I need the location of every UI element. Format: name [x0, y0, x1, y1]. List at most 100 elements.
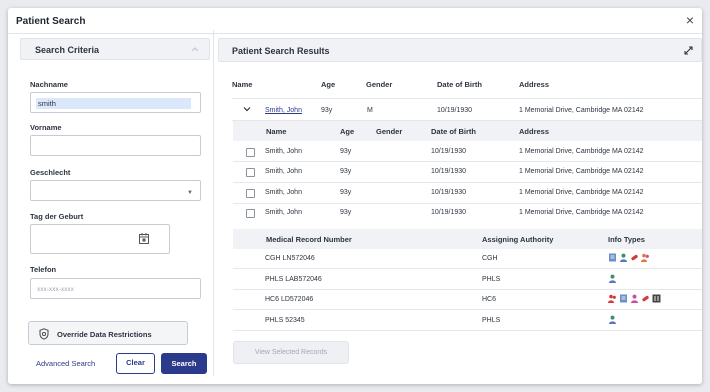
sub-dob: 10/19/1930 [431, 209, 467, 216]
telefon-field[interactable]: xxx-xxx-xxxx [30, 278, 201, 299]
row-checkbox[interactable] [246, 148, 255, 157]
search-criteria-header: Search Criteria [20, 38, 210, 60]
row-divider [233, 330, 702, 331]
sub-name: Smith, John [265, 168, 302, 175]
sub-col-dob[interactable]: Date of Birth [431, 127, 476, 136]
chevron-down-icon[interactable] [243, 106, 251, 112]
col-age[interactable]: Age [321, 80, 335, 89]
tag-der-geburt-field[interactable] [30, 224, 170, 254]
group-icon[interactable] [641, 253, 650, 262]
group-gender: M [367, 107, 373, 114]
sub-address: 1 Memorial Drive, Cambridge MA 02142 [519, 189, 644, 196]
search-criteria-title: Search Criteria [35, 45, 100, 55]
row-divider [233, 268, 702, 269]
sub-age: 93y [340, 189, 352, 196]
advanced-search-link[interactable]: Advanced Search [36, 359, 95, 368]
tag-der-geburt-label: Tag der Geburt [30, 212, 84, 221]
person-icon[interactable] [630, 294, 639, 303]
chevron-down-icon: ▼ [187, 190, 193, 196]
dialog-title: Patient Search [16, 16, 86, 27]
mrn-authority: PHLS [482, 276, 501, 283]
sub-age: 93y [340, 168, 352, 175]
telefon-placeholder: xxx-xxx-xxxx [37, 286, 74, 293]
pill-icon[interactable] [641, 294, 650, 303]
geschlecht-select[interactable]: ▼ [30, 180, 201, 201]
mrn-number: CGH LN572046 [265, 255, 315, 262]
sub-age: 93y [340, 148, 352, 155]
close-icon[interactable]: × [686, 12, 694, 28]
group-address: 1 Memorial Drive, Cambridge MA 02142 [519, 107, 644, 114]
person-icon[interactable] [608, 274, 617, 283]
geschlecht-label: Geschlecht [30, 168, 71, 177]
clear-button[interactable]: Clear [116, 353, 155, 374]
override-label: Override Data Restrictions [57, 330, 152, 339]
mrn-number: PHLS LAB572046 [265, 276, 322, 283]
row-divider [233, 309, 702, 310]
sub-address: 1 Memorial Drive, Cambridge MA 02142 [519, 168, 644, 175]
document-icon[interactable] [619, 294, 628, 303]
sub-col-name[interactable]: Name [266, 127, 286, 136]
panel-divider [213, 30, 214, 376]
nachname-value: smith [36, 98, 191, 109]
sub-col-age[interactable]: Age [340, 127, 354, 136]
col-name[interactable]: Name [232, 80, 252, 89]
sub-name: Smith, John [265, 189, 302, 196]
info-type-icons [608, 294, 661, 303]
group-age: 93y [321, 107, 333, 114]
sub-col-gender[interactable]: Gender [376, 127, 402, 136]
sub-name: Smith, John [265, 209, 302, 216]
view-selected-records-button[interactable]: View Selected Records [233, 341, 349, 364]
row-divider [233, 161, 702, 162]
person-icon[interactable] [608, 315, 617, 324]
sub-col-address[interactable]: Address [519, 127, 549, 136]
vorname-field[interactable] [30, 135, 201, 156]
group-icon[interactable] [608, 294, 617, 303]
row-checkbox[interactable] [246, 189, 255, 198]
results-header: Patient Search Results [218, 38, 702, 62]
pill-icon[interactable] [630, 253, 639, 262]
mrn-number: PHLS 52345 [265, 317, 305, 324]
row-checkbox[interactable] [246, 168, 255, 177]
col-dob[interactable]: Date of Birth [437, 80, 482, 89]
info-type-icons [608, 253, 650, 262]
info-type-icons [608, 274, 617, 283]
search-button[interactable]: Search [161, 353, 207, 374]
sub-address: 1 Memorial Drive, Cambridge MA 02142 [519, 148, 644, 155]
row-divider [233, 289, 702, 290]
sub-dob: 10/19/1930 [431, 189, 467, 196]
col-address[interactable]: Address [519, 80, 549, 89]
document-icon[interactable] [608, 253, 617, 262]
chevron-up-icon[interactable] [191, 46, 199, 52]
vorname-label: Vorname [30, 123, 62, 132]
person-icon[interactable] [619, 253, 628, 262]
telefon-label: Telefon [30, 265, 57, 274]
sub-name: Smith, John [265, 148, 302, 155]
info-type-icons [608, 315, 617, 324]
expand-icon[interactable] [684, 46, 693, 55]
row-divider [233, 182, 702, 183]
sub-dob: 10/19/1930 [431, 148, 467, 155]
mrn-authority: PHLS [482, 317, 501, 324]
sub-dob: 10/19/1930 [431, 168, 467, 175]
row-checkbox[interactable] [246, 209, 255, 218]
nachname-field[interactable]: smith [30, 92, 201, 113]
row-divider [233, 203, 702, 204]
dialog-header: Patient Search × [8, 8, 702, 34]
image-icon[interactable] [652, 294, 661, 303]
mrn-authority: HC6 [482, 296, 497, 303]
shield-icon [39, 328, 49, 340]
group-dob: 10/19/1930 [437, 107, 473, 114]
mrn-number: HC6 LD572046 [265, 296, 314, 303]
results-title: Patient Search Results [232, 46, 330, 56]
mrn-col-info-types[interactable]: Info Types [608, 235, 645, 244]
mrn-authority: CGH [482, 255, 498, 262]
mrn-col-authority[interactable]: Assigning Authority [482, 235, 553, 244]
header-divider [232, 98, 702, 99]
override-data-restrictions-button[interactable]: Override Data Restrictions [28, 321, 188, 345]
sub-age: 93y [340, 209, 352, 216]
col-gender[interactable]: Gender [366, 80, 392, 89]
sub-address: 1 Memorial Drive, Cambridge MA 02142 [519, 209, 644, 216]
mrn-col-number[interactable]: Medical Record Number [266, 235, 352, 244]
patient-name-link[interactable]: Smith, John [265, 107, 302, 114]
calendar-icon[interactable] [139, 233, 149, 244]
